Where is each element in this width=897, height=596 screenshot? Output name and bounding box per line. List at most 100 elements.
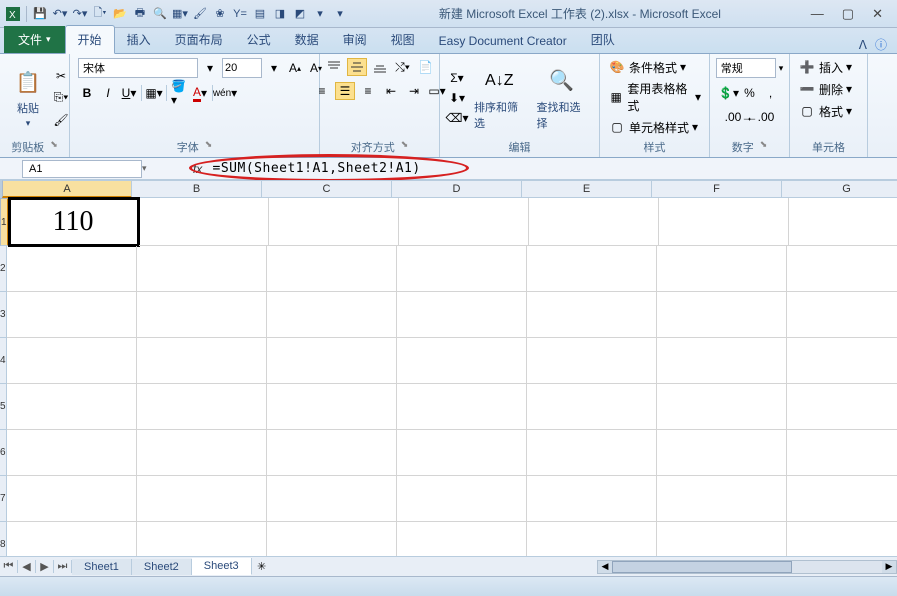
cell[interactable] <box>659 198 789 246</box>
minimize-ribbon-icon[interactable]: ᐱ <box>859 38 867 52</box>
font-dialog-icon[interactable]: ⬊ <box>205 139 213 155</box>
fill-icon[interactable]: ⬇▾ <box>448 89 466 107</box>
cell[interactable] <box>527 476 657 522</box>
cell[interactable] <box>137 430 267 476</box>
file-tab[interactable]: 文件▾ <box>4 26 65 53</box>
sheet-nav-prev-icon[interactable]: ◀ <box>18 560 36 573</box>
phonetic-icon[interactable]: wén▾ <box>216 84 234 102</box>
cell[interactable] <box>787 292 897 338</box>
font-color-icon[interactable]: A▾ <box>191 84 209 102</box>
col-header-F[interactable]: F <box>652 180 782 198</box>
cell[interactable] <box>657 292 787 338</box>
preview-icon[interactable]: 🔍 <box>151 5 169 23</box>
tab-page-layout[interactable]: 页面布局 <box>163 26 235 53</box>
cell[interactable] <box>527 522 657 556</box>
cell[interactable] <box>397 338 527 384</box>
sort-filter-button[interactable]: A↓Z 排序和筛选 <box>470 63 529 133</box>
cell[interactable] <box>657 476 787 522</box>
cell[interactable] <box>137 522 267 556</box>
cell[interactable] <box>7 476 137 522</box>
cell[interactable] <box>397 246 527 292</box>
col-header-D[interactable]: D <box>392 180 522 198</box>
cell[interactable] <box>137 246 267 292</box>
help-icon[interactable]: ⓘ <box>875 36 887 53</box>
cell[interactable] <box>7 246 137 292</box>
cell[interactable] <box>267 522 397 556</box>
format-painter-icon[interactable]: 🖌 <box>52 111 70 129</box>
cell[interactable] <box>267 246 397 292</box>
cell[interactable] <box>397 430 527 476</box>
number-dialog-icon[interactable]: ⬊ <box>760 139 768 155</box>
orientation-icon[interactable]: ⤭▾ <box>393 58 413 76</box>
cell[interactable] <box>7 384 137 430</box>
copy-icon[interactable]: ⎘▾ <box>52 89 70 107</box>
cell[interactable] <box>397 292 527 338</box>
cell[interactable] <box>527 384 657 430</box>
tab-easy-document[interactable]: Easy Document Creator <box>427 29 579 53</box>
align-bottom-icon[interactable] <box>370 58 390 76</box>
save-icon[interactable]: 💾 <box>31 5 49 23</box>
insert-cells-button[interactable]: ➕插入▾ <box>798 58 852 76</box>
cell[interactable] <box>7 292 137 338</box>
format-as-table-button[interactable]: ▦套用表格格式▾ <box>608 80 701 114</box>
comma-icon[interactable]: , <box>762 84 780 102</box>
name-box[interactable] <box>22 160 142 178</box>
col-header-C[interactable]: C <box>262 180 392 198</box>
decrease-indent-icon[interactable]: ⇤ <box>381 82 401 100</box>
cell[interactable] <box>787 338 897 384</box>
minimize-button[interactable]: — <box>811 6 824 21</box>
cell[interactable] <box>527 338 657 384</box>
macro-icon[interactable]: ◩ <box>291 5 309 23</box>
redo-icon[interactable]: ↷▾ <box>71 5 89 23</box>
qat-overflow-icon[interactable]: ▾ <box>331 5 349 23</box>
col-header-E[interactable]: E <box>522 180 652 198</box>
brush-icon[interactable]: 🖌 <box>191 5 209 23</box>
scroll-thumb[interactable] <box>612 561 792 573</box>
sheet-tab-1[interactable]: Sheet1 <box>72 559 132 575</box>
tab-insert[interactable]: 插入 <box>115 26 163 53</box>
print-icon[interactable]: 🖶 <box>131 5 149 23</box>
sheet-nav-last-icon[interactable]: ⏭ <box>54 560 72 573</box>
cell[interactable] <box>267 338 397 384</box>
cell[interactable] <box>267 384 397 430</box>
tab-review[interactable]: 审阅 <box>331 26 379 53</box>
cell[interactable] <box>527 292 657 338</box>
cell[interactable] <box>787 246 897 292</box>
cell-styles-button[interactable]: ▢单元格样式▾ <box>608 118 698 136</box>
align-left-icon[interactable]: ≡ <box>312 82 332 100</box>
cell[interactable] <box>7 430 137 476</box>
scroll-right-icon[interactable]: ▶ <box>882 561 896 573</box>
cell[interactable] <box>137 476 267 522</box>
cell[interactable] <box>787 384 897 430</box>
cut-icon[interactable]: ✂ <box>52 67 70 85</box>
cell-A1[interactable]: 110 <box>9 198 139 246</box>
number-format-select[interactable] <box>716 58 776 78</box>
cell[interactable] <box>529 198 659 246</box>
sheet-nav-next-icon[interactable]: ▶ <box>36 560 54 573</box>
chart-icon[interactable]: ◨ <box>271 5 289 23</box>
border-icon[interactable]: ▦▾ <box>145 84 163 102</box>
cell[interactable] <box>137 292 267 338</box>
cell[interactable] <box>527 430 657 476</box>
cell[interactable] <box>657 338 787 384</box>
new-icon[interactable]: 🗋▾ <box>91 5 109 23</box>
font-size-drop-icon[interactable]: ▾ <box>265 59 283 77</box>
col-header-G[interactable]: G <box>782 180 897 198</box>
table-icon[interactable]: ▦▾ <box>171 5 189 23</box>
row-header-1[interactable]: 1 <box>0 198 9 246</box>
cell[interactable] <box>397 522 527 556</box>
delete-cells-button[interactable]: ➖删除▾ <box>798 80 852 98</box>
maximize-button[interactable]: ▢ <box>842 6 854 22</box>
cell[interactable] <box>269 198 399 246</box>
horizontal-scrollbar[interactable]: ◀ ▶ <box>597 560 897 574</box>
fill-color-icon[interactable]: 🪣▾ <box>170 84 188 102</box>
tab-home[interactable]: 开始 <box>65 25 115 54</box>
format-cells-button[interactable]: ▢格式▾ <box>798 102 852 120</box>
clipboard-dialog-icon[interactable]: ⬊ <box>50 139 58 155</box>
wrap-text-icon[interactable]: 📄 <box>416 58 436 76</box>
clear-icon[interactable]: ⌫▾ <box>448 109 466 127</box>
cell[interactable] <box>657 246 787 292</box>
cell[interactable] <box>139 198 269 246</box>
font-size-select[interactable] <box>222 58 262 78</box>
paste-button[interactable]: 📋 粘贴 ▾ <box>8 64 48 131</box>
